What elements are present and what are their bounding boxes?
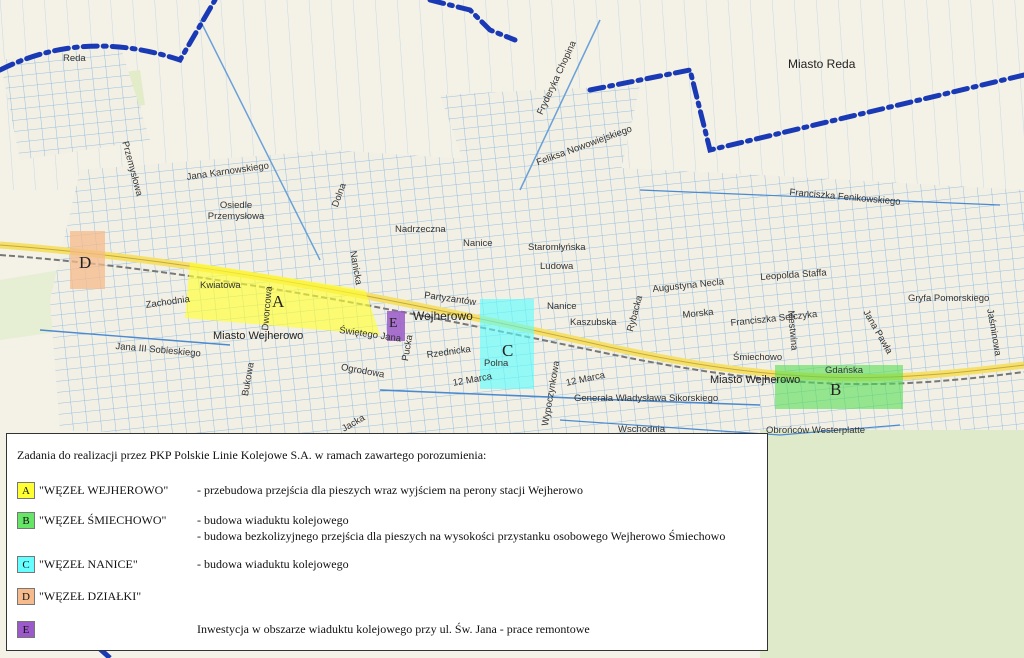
legend-name-c: "WĘZEŁ NANICE" bbox=[39, 557, 138, 571]
legend-desc-e: Inwestycja w obszarze wiaduktu kolejoweg… bbox=[197, 622, 590, 636]
legend-name-b: "WĘZEŁ ŚMIECHOWO" bbox=[39, 513, 167, 527]
label-osiedle: Osiedle Przemysłowa bbox=[207, 200, 265, 222]
legend-swatch-c: C bbox=[17, 556, 35, 573]
label-wejherowo: Wejherowo bbox=[413, 309, 473, 323]
legend-name-d: "WĘZEŁ DZIAŁKI" bbox=[39, 589, 142, 603]
label-miasto-wejherowo-west: Miasto Wejherowo bbox=[213, 330, 304, 342]
label-staromlynska: Staromłyńska bbox=[528, 242, 586, 253]
label-sikorskiego: Generała Władysława Sikorskiego bbox=[574, 393, 719, 404]
label-westerplatte: Obrońców Westerplatte bbox=[766, 425, 866, 436]
legend-title: Zadania do realizacji przez PKP Polskie … bbox=[17, 448, 487, 462]
legend-swatch-e: E bbox=[17, 621, 35, 638]
legend-desc2-b: - budowa bezkolizyjnego przejścia dla pi… bbox=[197, 529, 726, 543]
label-nanice: Nanice bbox=[463, 238, 493, 249]
zone-d-letter: D bbox=[79, 253, 92, 272]
zone-c-letter: C bbox=[502, 341, 514, 360]
label-kaszubska: Kaszubska bbox=[570, 317, 617, 328]
legend-swatch-a: A bbox=[17, 482, 35, 499]
legend-swatch-d: D bbox=[17, 588, 35, 605]
legend-panel: Zadania do realizacji przez PKP Polskie … bbox=[6, 433, 768, 651]
zone-a-letter: A bbox=[272, 292, 285, 311]
legend-desc-c: - budowa wiaduktu kolejowego bbox=[197, 557, 349, 571]
label-miasto-wejherowo-east: Miasto Wejherowo bbox=[710, 374, 801, 386]
label-kwiatowa: Kwiatowa bbox=[200, 280, 241, 291]
legend-name-a: "WĘZEŁ WEJHEROWO" bbox=[39, 483, 169, 497]
label-ludowa: Ludowa bbox=[540, 261, 574, 272]
label-gdanska: Gdańska bbox=[825, 365, 864, 376]
label-miasto-reda: Miasto Reda bbox=[788, 57, 856, 71]
legend-desc-a: - przebudowa przejścia dla pieszych wraz… bbox=[197, 483, 583, 497]
zone-b-letter: B bbox=[830, 380, 842, 399]
forest-area bbox=[760, 420, 1024, 658]
label-gryfa: Gryfa Pomorskiego bbox=[908, 293, 990, 304]
label-reda: Reda bbox=[63, 53, 86, 64]
label-nanice-2: Nanice bbox=[547, 301, 577, 312]
label-smiechowo: Śmiechowo bbox=[733, 352, 783, 363]
legend-desc-b: - budowa wiaduktu kolejowego bbox=[197, 513, 349, 527]
zone-e-letter: E bbox=[389, 316, 398, 331]
label-nadrzeczna: Nadrzeczna bbox=[395, 224, 446, 235]
legend-swatch-b: B bbox=[17, 512, 35, 529]
